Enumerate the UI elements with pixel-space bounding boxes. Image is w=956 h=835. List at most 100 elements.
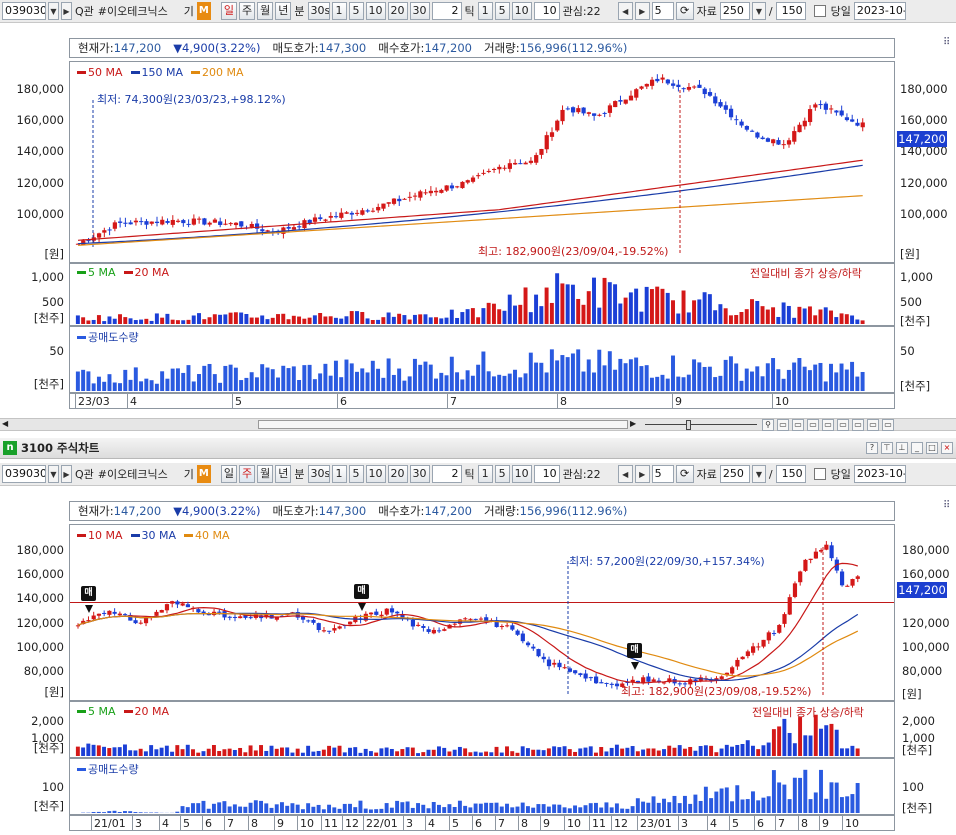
interest-label[interactable]: 관심:22 [562, 466, 616, 482]
data-count-dropdown-icon[interactable]: ▼ [751, 2, 766, 20]
min-20-button[interactable]: 20 [387, 465, 408, 483]
short-panel-1[interactable] [69, 326, 895, 393]
next-icon[interactable]: ▶ [634, 465, 650, 483]
refresh-icon[interactable]: ⟳ [675, 2, 694, 20]
vol-unit-right: [천주] [900, 314, 931, 328]
tick-5-button[interactable]: 5 [494, 2, 510, 20]
tick-input[interactable]: 2 [431, 2, 462, 20]
page-input[interactable]: 5 [651, 465, 674, 483]
short-panel-2[interactable] [69, 758, 895, 815]
tool-icon[interactable]: ▭ [882, 419, 894, 431]
date-input[interactable]: 2023-10- [853, 465, 906, 483]
volume-bar [557, 747, 562, 756]
page-input[interactable]: 5 [651, 2, 674, 20]
prev-icon[interactable]: ◀ [617, 465, 633, 483]
period-day-button[interactable]: 일 [220, 2, 238, 20]
data-count-input[interactable]: 250 [719, 2, 750, 20]
volume-bar [138, 812, 143, 813]
data-count-input[interactable]: 250 [719, 465, 750, 483]
date-input[interactable]: 2023-10- [853, 2, 906, 20]
maximize-icon[interactable]: □ [926, 442, 938, 454]
window-titlebar-2[interactable]: n 3100 주식차트 ? ⊤ ⊥ _ □ × [0, 438, 956, 459]
minimize-icon[interactable]: _ [911, 442, 923, 454]
zoom-track[interactable] [645, 424, 757, 425]
min-30-button[interactable]: 30 [409, 465, 430, 483]
prev-icon[interactable]: ◀ [617, 2, 633, 20]
volume-bar [128, 750, 133, 756]
search-button[interactable]: Q관 [74, 466, 95, 482]
stock-code-input[interactable]: 039030 [2, 2, 46, 20]
period-week-button[interactable]: 주 [239, 2, 256, 20]
minute-select[interactable]: 30s [307, 2, 330, 20]
link-icon[interactable]: ⊤ [881, 442, 893, 454]
tick-1-button[interactable]: 1 [477, 2, 493, 20]
code-dropdown-icon[interactable]: ▼ [48, 2, 59, 20]
scroll-left-icon[interactable]: ◀ [2, 419, 8, 428]
gi-button[interactable]: 기 [183, 3, 195, 19]
tick-custom-input[interactable]: 10 [533, 2, 560, 20]
search-button[interactable]: Q관 [74, 3, 95, 19]
close-icon[interactable]: × [941, 442, 953, 454]
period-month-button[interactable]: 월 [257, 465, 274, 483]
tool-icon[interactable]: ▭ [822, 419, 834, 431]
scroll-right-icon[interactable]: ▶ [630, 419, 636, 428]
zoom-icon[interactable]: ⚲ [762, 419, 774, 431]
next-icon[interactable]: ▶ [634, 2, 650, 20]
tick-custom-input[interactable]: 10 [533, 465, 560, 483]
scroll-thumb[interactable] [258, 420, 628, 429]
view-count-input[interactable]: 150 [775, 2, 806, 20]
m-badge[interactable]: M [196, 2, 211, 20]
tick-5-button[interactable]: 5 [494, 465, 510, 483]
tick-input[interactable]: 2 [431, 465, 462, 483]
volume-bar [539, 362, 544, 391]
panel-menu-icon[interactable]: ⠿ [943, 37, 950, 48]
volume-bar [818, 309, 823, 324]
m-badge[interactable]: M [196, 465, 211, 483]
min-30-button[interactable]: 30 [409, 2, 430, 20]
play-icon[interactable]: ▶ [61, 465, 72, 483]
period-year-button[interactable]: 년 [275, 2, 292, 20]
period-month-button[interactable]: 월 [257, 2, 274, 20]
stock-name[interactable]: #이오테크닉스 [97, 466, 181, 482]
tick-10-button[interactable]: 10 [511, 2, 532, 20]
stock-code-input[interactable]: 039030 [2, 465, 46, 483]
today-checkbox[interactable] [813, 5, 826, 17]
pin-icon[interactable]: ⊥ [896, 442, 908, 454]
tool-icon[interactable]: ▭ [792, 419, 804, 431]
period-year-button[interactable]: 년 [275, 465, 292, 483]
refresh-icon[interactable]: ⟳ [675, 465, 694, 483]
candle-body [602, 112, 607, 114]
volume-value: 156,996(112.96%) [519, 41, 628, 55]
tool-icon[interactable]: ▭ [807, 419, 819, 431]
today-checkbox[interactable] [813, 468, 826, 480]
min-5-button[interactable]: 5 [348, 2, 364, 20]
min-10-button[interactable]: 10 [365, 465, 386, 483]
tick-10-button[interactable]: 10 [511, 465, 532, 483]
min-5-button[interactable]: 5 [348, 465, 364, 483]
view-count-input[interactable]: 150 [775, 465, 806, 483]
min-1-button[interactable]: 1 [331, 465, 347, 483]
minute-select[interactable]: 30s [307, 465, 330, 483]
tool-icon[interactable]: ▭ [852, 419, 864, 431]
help-icon[interactable]: ? [866, 442, 878, 454]
gi-button[interactable]: 기 [183, 466, 195, 482]
panel-menu-icon[interactable]: ⠿ [943, 500, 950, 511]
tool-icon[interactable]: ▭ [837, 419, 849, 431]
play-icon[interactable]: ▶ [61, 2, 72, 20]
volume-bar [518, 377, 523, 391]
zoom-handle[interactable] [686, 420, 691, 430]
period-day-button[interactable]: 일 [220, 465, 238, 483]
min-10-button[interactable]: 10 [365, 2, 386, 20]
stock-name[interactable]: #이오테크닉스 [97, 3, 181, 19]
tool-icon[interactable]: ▭ [867, 419, 879, 431]
data-count-dropdown-icon[interactable]: ▼ [751, 465, 766, 483]
price-panel-2[interactable] [69, 524, 895, 701]
chart-scrollbar[interactable]: ◀ ▶ ⚲ ▭ ▭ ▭ ▭ ▭ ▭ ▭ ▭ [0, 418, 956, 431]
interest-label[interactable]: 관심:22 [562, 3, 616, 19]
period-week-button[interactable]: 주 [239, 465, 256, 483]
tick-1-button[interactable]: 1 [477, 465, 493, 483]
min-20-button[interactable]: 20 [387, 2, 408, 20]
tool-icon[interactable]: ▭ [777, 419, 789, 431]
min-1-button[interactable]: 1 [331, 2, 347, 20]
code-dropdown-icon[interactable]: ▼ [48, 465, 59, 483]
